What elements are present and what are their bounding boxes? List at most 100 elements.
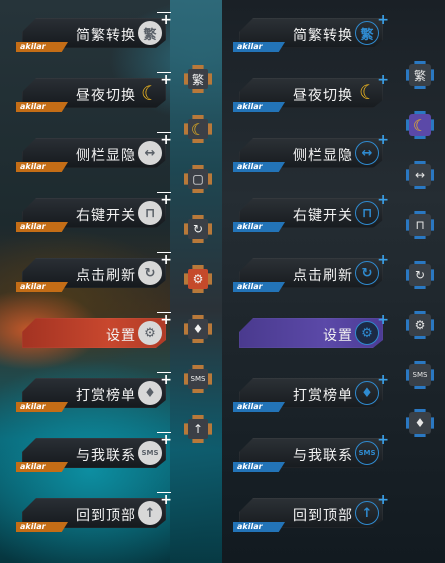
menu-item-label: 打赏榜单 (293, 388, 353, 404)
left-menu-item-right-click[interactable]: 右键开关 ⊓ + akilar (16, 192, 174, 239)
brand-tag: akilar (233, 222, 285, 232)
refresh-icon: ↻ (409, 264, 431, 286)
flame-icon: ♦ (355, 381, 379, 405)
arrow-up-icon: ↑ (138, 501, 162, 525)
refresh-icon: ↻ (138, 261, 162, 285)
left-menu-item-simp-trad[interactable]: 简繁转换 繁 + akilar (16, 12, 174, 59)
right-menu-item-sidebar-toggle[interactable]: 侧栏显隐 ↔ + akilar (233, 132, 391, 179)
brand-tag: akilar (16, 522, 68, 532)
plus-icon: + (377, 312, 389, 328)
gear-icon: ⚙ (409, 314, 431, 336)
menu-item-label: 侧栏显隐 (293, 148, 353, 164)
left-icon-button-back-to-top[interactable]: ↑ (181, 412, 215, 446)
right-menu-item-refresh[interactable]: 点击刷新 ↻ + akilar (233, 252, 391, 299)
right-menu-item-settings[interactable]: 设置 ⚙ + (233, 312, 391, 359)
left-icon-button-simp-trad[interactable]: 繁 (181, 62, 215, 96)
left-icon-button-day-night[interactable]: ☾ (181, 112, 215, 146)
traditional-char-icon: 繁 (355, 21, 379, 45)
brand-tag: akilar (16, 282, 68, 292)
moon-icon: ☾ (141, 81, 159, 105)
mouse-icon: ▢ (188, 169, 208, 189)
left-menu-item-sidebar-toggle[interactable]: 侧栏显隐 ↔ + akilar (16, 132, 174, 179)
traditional-char-icon: 繁 (188, 69, 208, 89)
right-icon-button-sidebar-toggle[interactable]: ↔ (403, 158, 437, 192)
left-menu-item-back-to-top[interactable]: 回到顶部 ↑ + akilar (16, 492, 174, 539)
menu-item-label: 昼夜切换 (293, 88, 353, 104)
plus-icon: + (377, 72, 389, 88)
menu-item-label: 右键开关 (293, 208, 353, 224)
gear-icon: ⚙ (188, 269, 208, 289)
right-menu-item-day-night[interactable]: 昼夜切换 ☾ + akilar (233, 72, 391, 119)
right-menu-item-right-click[interactable]: 右键开关 ⊓ + akilar (233, 192, 391, 239)
plus-icon: + (377, 252, 389, 268)
plus-icon: + (157, 312, 172, 328)
right-icon-button-donate[interactable]: ♦ (403, 406, 437, 440)
menu-item-label: 点击刷新 (76, 268, 136, 284)
menu-item-label: 点击刷新 (293, 268, 353, 284)
arrow-up-icon: ↑ (355, 501, 379, 525)
right-icon-button-settings[interactable]: ⚙ (403, 308, 437, 342)
left-icon-button-refresh[interactable]: ↻ (181, 212, 215, 246)
brand-tag: akilar (16, 42, 68, 52)
left-icon-button-settings[interactable]: ⚙ (181, 262, 215, 296)
right-menu-item-contact[interactable]: 与我联系 SMS + akilar (233, 432, 391, 479)
right-icon-button-refresh[interactable]: ↻ (403, 258, 437, 292)
menu-item-label: 与我联系 (76, 448, 136, 464)
menu-item-label: 回到顶部 (76, 508, 136, 524)
left-icon-button-right-click[interactable]: ▢ (181, 162, 215, 196)
traditional-char-icon: 繁 (409, 64, 431, 86)
plus-icon: + (377, 192, 389, 208)
menu-item-label: 简繁转换 (293, 28, 353, 44)
right-icon-button-right-click[interactable]: ⊓ (403, 208, 437, 242)
plus-icon: + (157, 252, 172, 268)
flame-icon: ♦ (138, 381, 162, 405)
left-menu-item-day-night[interactable]: 昼夜切换 ☾ + akilar (16, 72, 174, 119)
left-menu-item-settings[interactable]: 设置 ⚙ + (16, 312, 174, 359)
sms-icon: SMS (138, 441, 162, 465)
menu-item-label: 打赏榜单 (76, 388, 136, 404)
plus-icon: + (377, 12, 389, 28)
sms-icon: SMS (355, 441, 379, 465)
brand-tag: akilar (233, 402, 285, 412)
brand-tag: akilar (233, 102, 285, 112)
plus-icon: + (157, 192, 172, 208)
brand-tag: akilar (16, 402, 68, 412)
plus-icon: + (157, 132, 172, 148)
left-icon-button-contact[interactable]: SMS (181, 362, 215, 396)
moon-icon: ☾ (409, 114, 431, 136)
left-menu-item-contact[interactable]: 与我联系 SMS + akilar (16, 432, 174, 479)
brand-tag: akilar (233, 462, 285, 472)
brand-tag: akilar (16, 462, 68, 472)
plus-icon: + (377, 132, 389, 148)
right-menu-item-back-to-top[interactable]: 回到顶部 ↑ + akilar (233, 492, 391, 539)
left-menu-item-refresh[interactable]: 点击刷新 ↻ + akilar (16, 252, 174, 299)
brand-tag: akilar (233, 522, 285, 532)
menu-item-label: 侧栏显隐 (76, 148, 136, 164)
flame-icon: ♦ (409, 412, 431, 434)
plus-icon: + (157, 432, 172, 448)
right-icon-button-simp-trad[interactable]: 繁 (403, 58, 437, 92)
brand-tag: akilar (16, 162, 68, 172)
right-menu-item-simp-trad[interactable]: 简繁转换 繁 + akilar (233, 12, 391, 59)
brand-tag: akilar (16, 222, 68, 232)
right-icon-button-contact[interactable]: SMS (403, 358, 437, 392)
refresh-icon: ↻ (355, 261, 379, 285)
arrows-horizontal-icon: ↔ (355, 141, 379, 165)
menu-item-label: 与我联系 (293, 448, 353, 464)
gear-icon: ⚙ (355, 321, 379, 345)
left-icon-button-donate[interactable]: ♦ (181, 312, 215, 346)
menu-item-label: 简繁转换 (76, 28, 136, 44)
sms-icon: SMS (188, 369, 208, 389)
arrow-up-icon: ↑ (188, 419, 208, 439)
menu-item-label: 昼夜切换 (76, 88, 136, 104)
mouse-icon: ⊓ (409, 214, 431, 236)
mouse-icon: ⊓ (138, 201, 162, 225)
right-icon-button-day-night[interactable]: ☾ (403, 108, 437, 142)
right-menu-item-donate[interactable]: 打赏榜单 ♦ + akilar (233, 372, 391, 419)
plus-icon: + (377, 432, 389, 448)
menu-item-label: 回到顶部 (293, 508, 353, 524)
left-menu-item-donate[interactable]: 打赏榜单 ♦ + akilar (16, 372, 174, 419)
plus-icon: + (377, 372, 389, 388)
brand-tag: akilar (233, 282, 285, 292)
plus-icon: + (157, 72, 172, 88)
